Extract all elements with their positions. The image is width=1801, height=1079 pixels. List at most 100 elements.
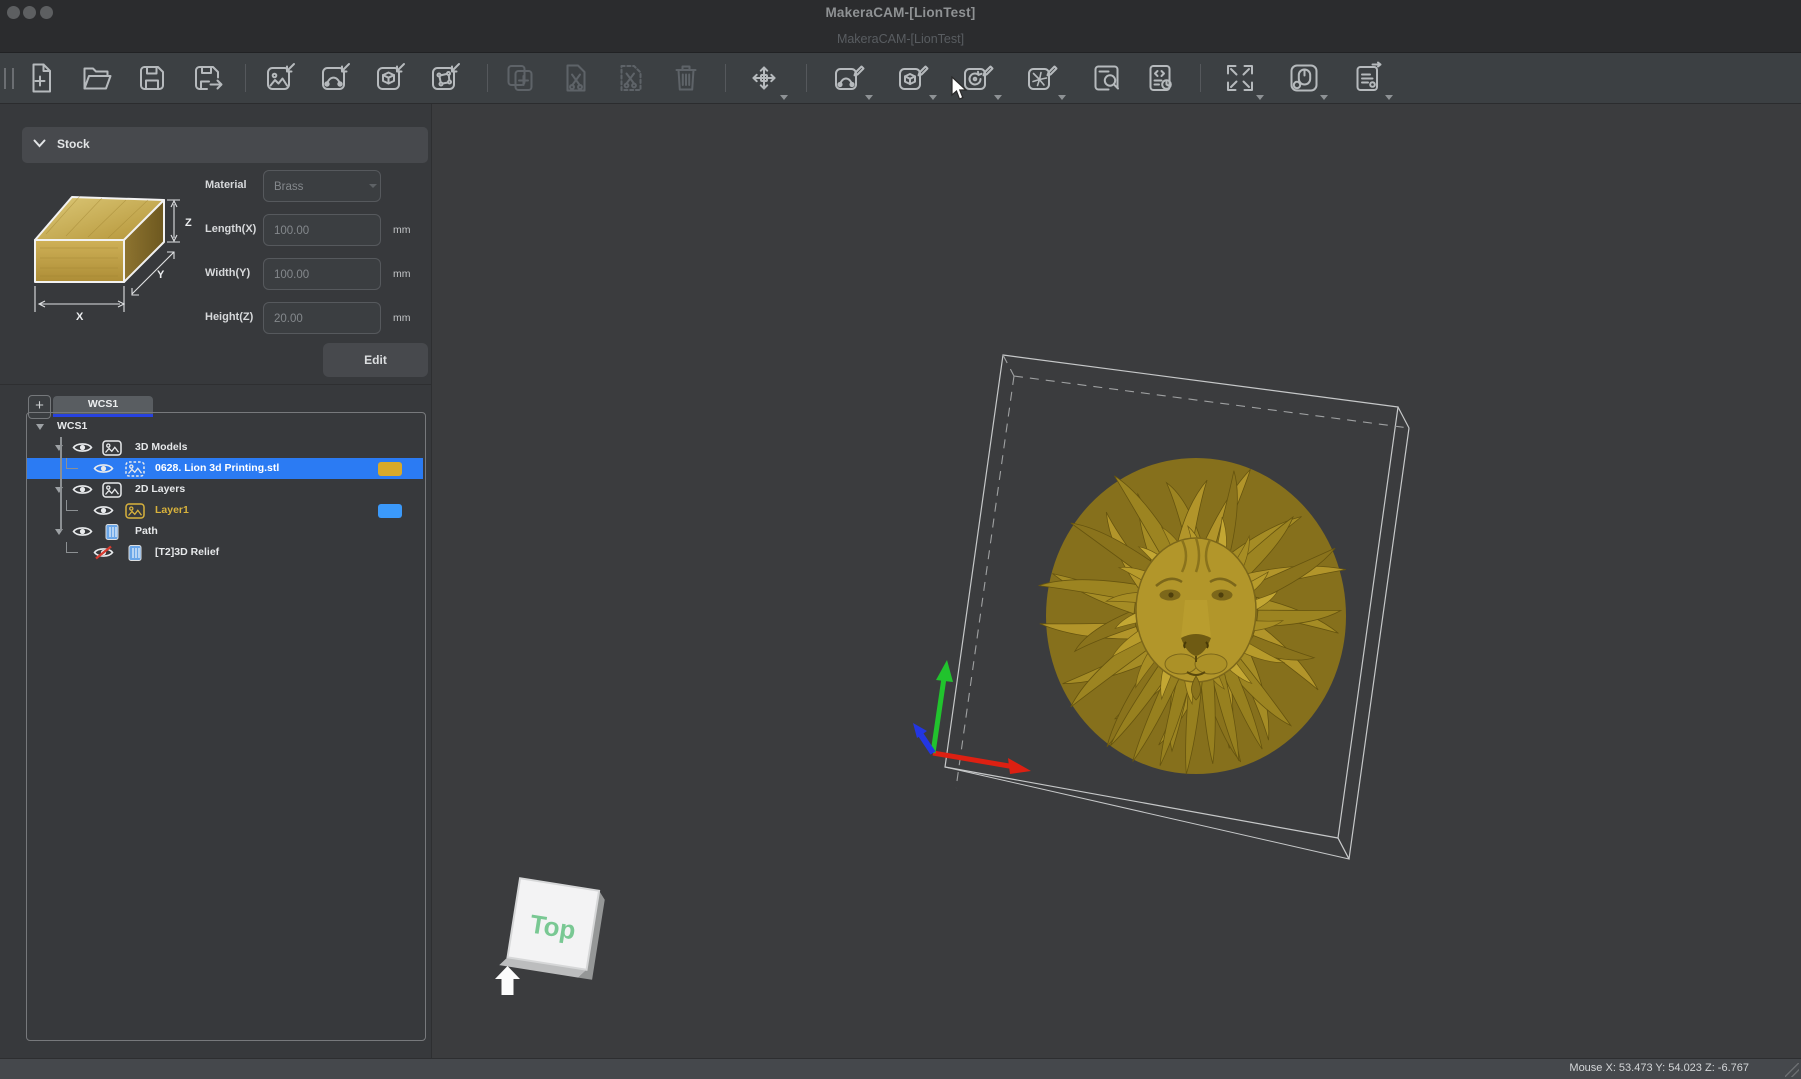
tree-row-t2-3d-relief[interactable]: [T2]3D Relief xyxy=(27,542,423,563)
svg-text:X: X xyxy=(76,311,84,323)
visibility-eye-icon[interactable] xyxy=(93,503,114,518)
toolbar-separator xyxy=(806,64,807,92)
import-mesh-button[interactable] xyxy=(424,56,468,100)
import-mesh-icon xyxy=(429,61,463,95)
import-vector-button[interactable] xyxy=(314,56,358,100)
Width(Y)-field[interactable]: 100.00 xyxy=(263,258,381,290)
edit-model-button[interactable] xyxy=(891,56,935,100)
gcode-list-icon xyxy=(1145,61,1179,95)
edit-laser-button[interactable] xyxy=(1020,56,1064,100)
status-bar: Mouse X: 53.473 Y: 54.023 Z: -6.767 xyxy=(0,1058,1801,1079)
tree-item-label: 0628. Lion 3d Printing.stl xyxy=(155,462,279,474)
lion-relief-model[interactable] xyxy=(1039,458,1346,774)
viewport-3d[interactable]: Top xyxy=(432,104,1801,1059)
chevron-down-icon xyxy=(33,139,46,148)
main-toolbar xyxy=(0,53,1801,104)
model-icon xyxy=(125,461,145,477)
toolbar-separator xyxy=(1200,64,1201,92)
unit-label: mm xyxy=(393,268,411,280)
svg-text:Z: Z xyxy=(185,217,192,229)
expand-arrow-icon[interactable] xyxy=(55,487,63,493)
view-up-arrow-icon xyxy=(495,966,520,995)
visibility-eye-icon[interactable] xyxy=(93,545,114,560)
mouse-settings-icon xyxy=(1287,61,1321,95)
open-file-button[interactable] xyxy=(75,56,119,100)
tree-row-3d-models[interactable]: 3D Models xyxy=(27,437,423,458)
visibility-eye-icon[interactable] xyxy=(72,440,93,455)
gcode-list-button[interactable] xyxy=(1140,56,1184,100)
stock-x-dimension xyxy=(35,286,124,312)
dropdown-arrow-icon[interactable] xyxy=(1058,95,1066,100)
tree-connector xyxy=(66,500,78,511)
toolbar-separator xyxy=(487,64,488,92)
view-orientation-cube[interactable]: Top xyxy=(499,877,606,980)
Length(X)-field[interactable]: 100.00 xyxy=(263,214,381,246)
stock-section-title: Stock xyxy=(57,137,90,151)
window-title: MakeraCAM-[LionTest] xyxy=(0,5,1801,20)
dropdown-arrow-icon[interactable] xyxy=(1385,95,1393,100)
resize-grip[interactable] xyxy=(1785,1063,1799,1077)
edit-vector-button[interactable] xyxy=(827,56,871,100)
import-model-button[interactable] xyxy=(369,56,413,100)
fit-view-button[interactable] xyxy=(1218,56,1262,100)
toolbar-separator xyxy=(725,64,726,92)
toolbar-drag-handle[interactable] xyxy=(4,68,14,89)
cut-icon xyxy=(559,61,593,95)
dropdown-arrow-icon[interactable] xyxy=(1256,95,1264,100)
Height(Z)-field[interactable]: 20.00 xyxy=(263,302,381,334)
image-icon xyxy=(102,440,122,456)
save-as-button[interactable] xyxy=(185,56,229,100)
stock-z-dimension xyxy=(167,200,180,242)
document-subtitle: MakeraCAM-[LionTest] xyxy=(0,32,1801,46)
toolbar-separator xyxy=(245,64,246,92)
edit-vector-icon xyxy=(832,61,866,95)
expand-arrow-icon[interactable] xyxy=(36,424,44,430)
expand-arrow-icon[interactable] xyxy=(55,529,63,535)
select-chevron-icon xyxy=(369,184,377,188)
stock-section-header[interactable]: Stock xyxy=(22,127,428,163)
dropdown-arrow-icon[interactable] xyxy=(929,95,937,100)
import-image-icon xyxy=(264,61,298,95)
tree-row-wcs1[interactable]: WCS1 xyxy=(27,416,423,437)
edit-laser-icon xyxy=(1025,61,1059,95)
dropdown-arrow-icon[interactable] xyxy=(994,95,1002,100)
visibility-eye-icon[interactable] xyxy=(72,524,93,539)
tree-item-label: 3D Models xyxy=(135,441,188,453)
layer-icon xyxy=(125,503,145,519)
color-swatch[interactable] xyxy=(378,504,402,518)
import-image-button[interactable] xyxy=(259,56,303,100)
Length(X)-label: Length(X) xyxy=(205,223,265,235)
color-swatch[interactable] xyxy=(378,462,402,476)
new-file-button[interactable] xyxy=(19,56,63,100)
tree-guide-line xyxy=(60,437,62,531)
job-report-button[interactable] xyxy=(1347,56,1391,100)
delete-button xyxy=(664,56,708,100)
import-vector-icon xyxy=(319,61,353,95)
edit-model-icon xyxy=(896,61,930,95)
tab-wcs1-label: WCS1 xyxy=(88,398,118,410)
dropdown-arrow-icon[interactable] xyxy=(1320,95,1328,100)
tree-row-0628-lion-3d-printing-stl[interactable]: 0628. Lion 3d Printing.stl xyxy=(27,458,423,479)
fit-view-icon xyxy=(1223,61,1257,95)
new-file-icon xyxy=(24,61,58,95)
tree-row-layer1[interactable]: Layer1 xyxy=(27,500,423,521)
tree-row-2d-layers[interactable]: 2D Layers xyxy=(27,479,423,500)
delete-icon xyxy=(669,61,703,95)
mouse-settings-button[interactable] xyxy=(1282,56,1326,100)
dropdown-arrow-icon[interactable] xyxy=(865,95,873,100)
dropdown-arrow-icon[interactable] xyxy=(780,95,788,100)
Material-field[interactable]: Brass xyxy=(263,170,381,202)
save-file-button[interactable] xyxy=(130,56,174,100)
tree-item-label: Layer1 xyxy=(155,504,189,516)
transform-button[interactable] xyxy=(742,56,786,100)
transform-icon xyxy=(747,61,781,95)
object-tree: WCS1 3D Models 0628. Lion 3d Printing.stl 2… xyxy=(27,414,423,1034)
toolpath-preview-button[interactable] xyxy=(1085,56,1129,100)
tree-row-path[interactable]: Path xyxy=(27,521,423,542)
visibility-eye-icon[interactable] xyxy=(93,461,114,476)
expand-arrow-icon[interactable] xyxy=(55,445,63,451)
visibility-eye-icon[interactable] xyxy=(72,482,93,497)
edit-stock-button[interactable]: Edit xyxy=(323,343,428,377)
tree-item-label: [T2]3D Relief xyxy=(155,546,219,558)
unit-label: mm xyxy=(393,224,411,236)
